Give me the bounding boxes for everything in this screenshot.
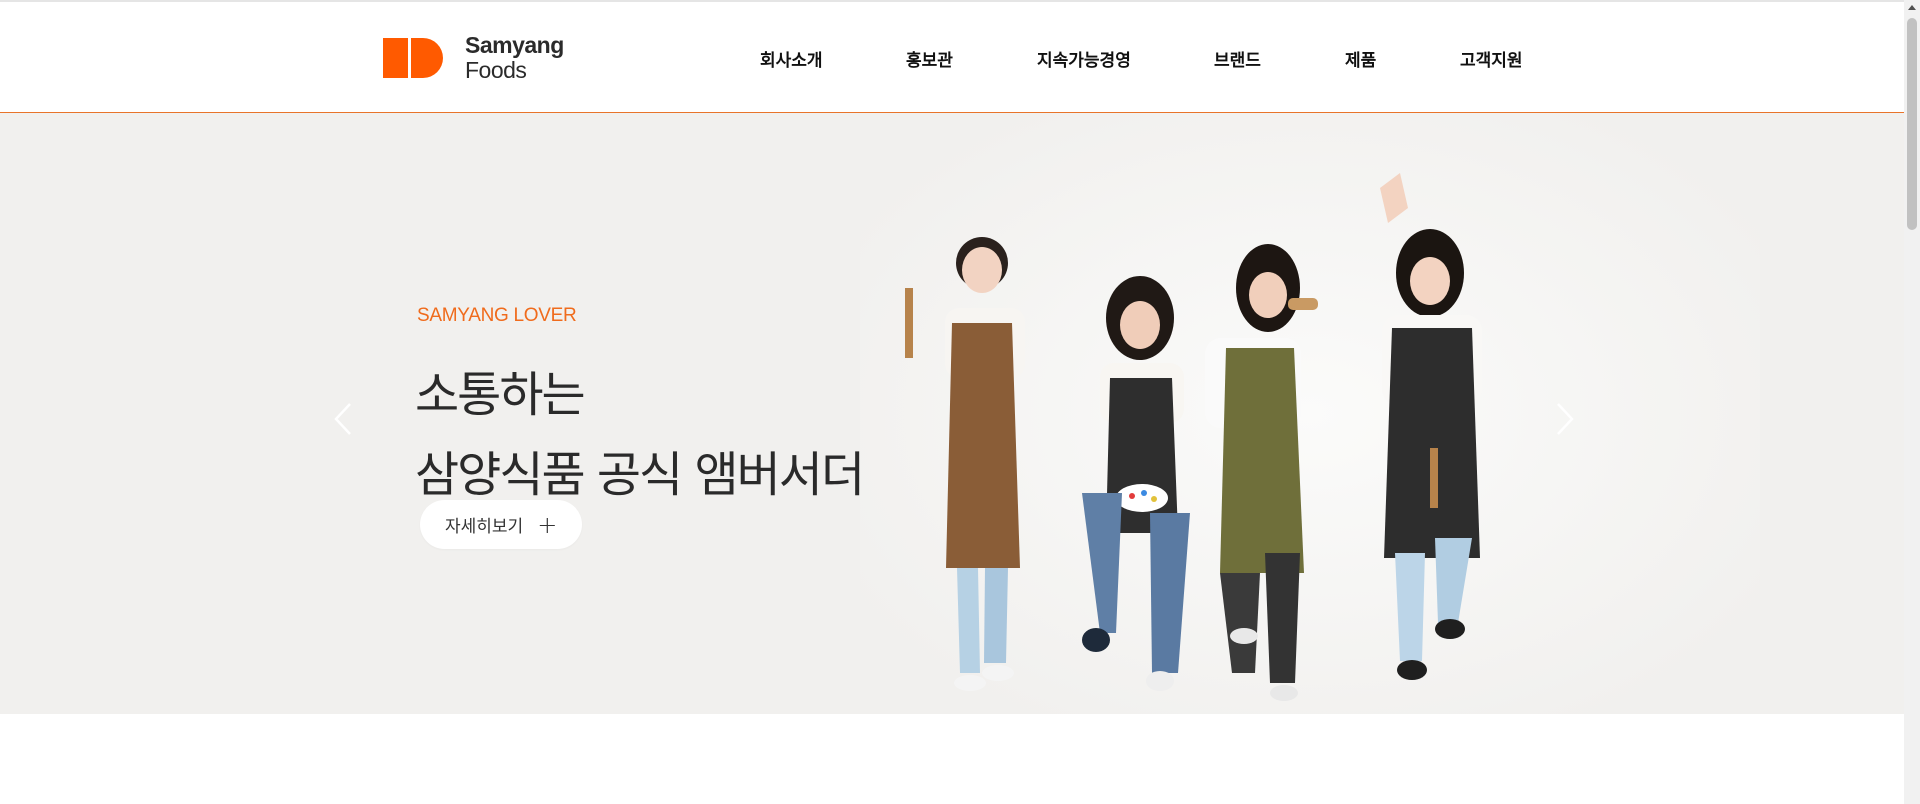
logo-wordmark: Samyang Foods — [465, 33, 564, 83]
nav-item-pr[interactable]: 홍보관 — [906, 46, 953, 71]
hero-headline-line-1: 소통하는 — [415, 367, 586, 423]
logo-line-1: Samyang — [465, 32, 564, 58]
view-details-label: 자세히보기 — [445, 517, 524, 537]
page-scrollbar[interactable] — [1904, 0, 1920, 804]
nav-item-brand[interactable]: 브랜드 — [1214, 46, 1261, 71]
hero-eyebrow: SAMYANG LOVER — [417, 305, 577, 326]
site-header: Samyang Foods 회사소개 홍보관 지속가능경영 브랜드 제품 고객지… — [0, 2, 1904, 113]
hero-headline: 소통하는 삼양식품 공식 앰버서더 — [415, 355, 865, 515]
nav-item-products[interactable]: 제품 — [1345, 46, 1376, 71]
nav-item-support[interactable]: 고객지원 — [1460, 46, 1523, 71]
hero-slider: SAMYANG LOVER 소통하는 삼양식품 공식 앰버서더 자세히보기 + — [0, 113, 1904, 714]
chevron-right-icon[interactable] — [1550, 394, 1580, 444]
chevron-left-icon[interactable] — [328, 394, 358, 444]
plus-icon: + — [537, 510, 558, 539]
scroll-up-arrow-icon[interactable] — [1904, 0, 1920, 16]
scrollbar-thumb[interactable] — [1907, 18, 1917, 230]
ambassador-photo — [860, 113, 1760, 714]
samyang-foods-logo[interactable]: Samyang Foods — [383, 32, 573, 84]
view-details-button[interactable]: 자세히보기 + — [420, 500, 582, 549]
logo-line-2: Foods — [465, 57, 527, 83]
logo-mark-icon — [383, 38, 443, 78]
nav-item-sustainability[interactable]: 지속가능경영 — [1037, 46, 1131, 71]
nav-item-company[interactable]: 회사소개 — [760, 46, 823, 71]
